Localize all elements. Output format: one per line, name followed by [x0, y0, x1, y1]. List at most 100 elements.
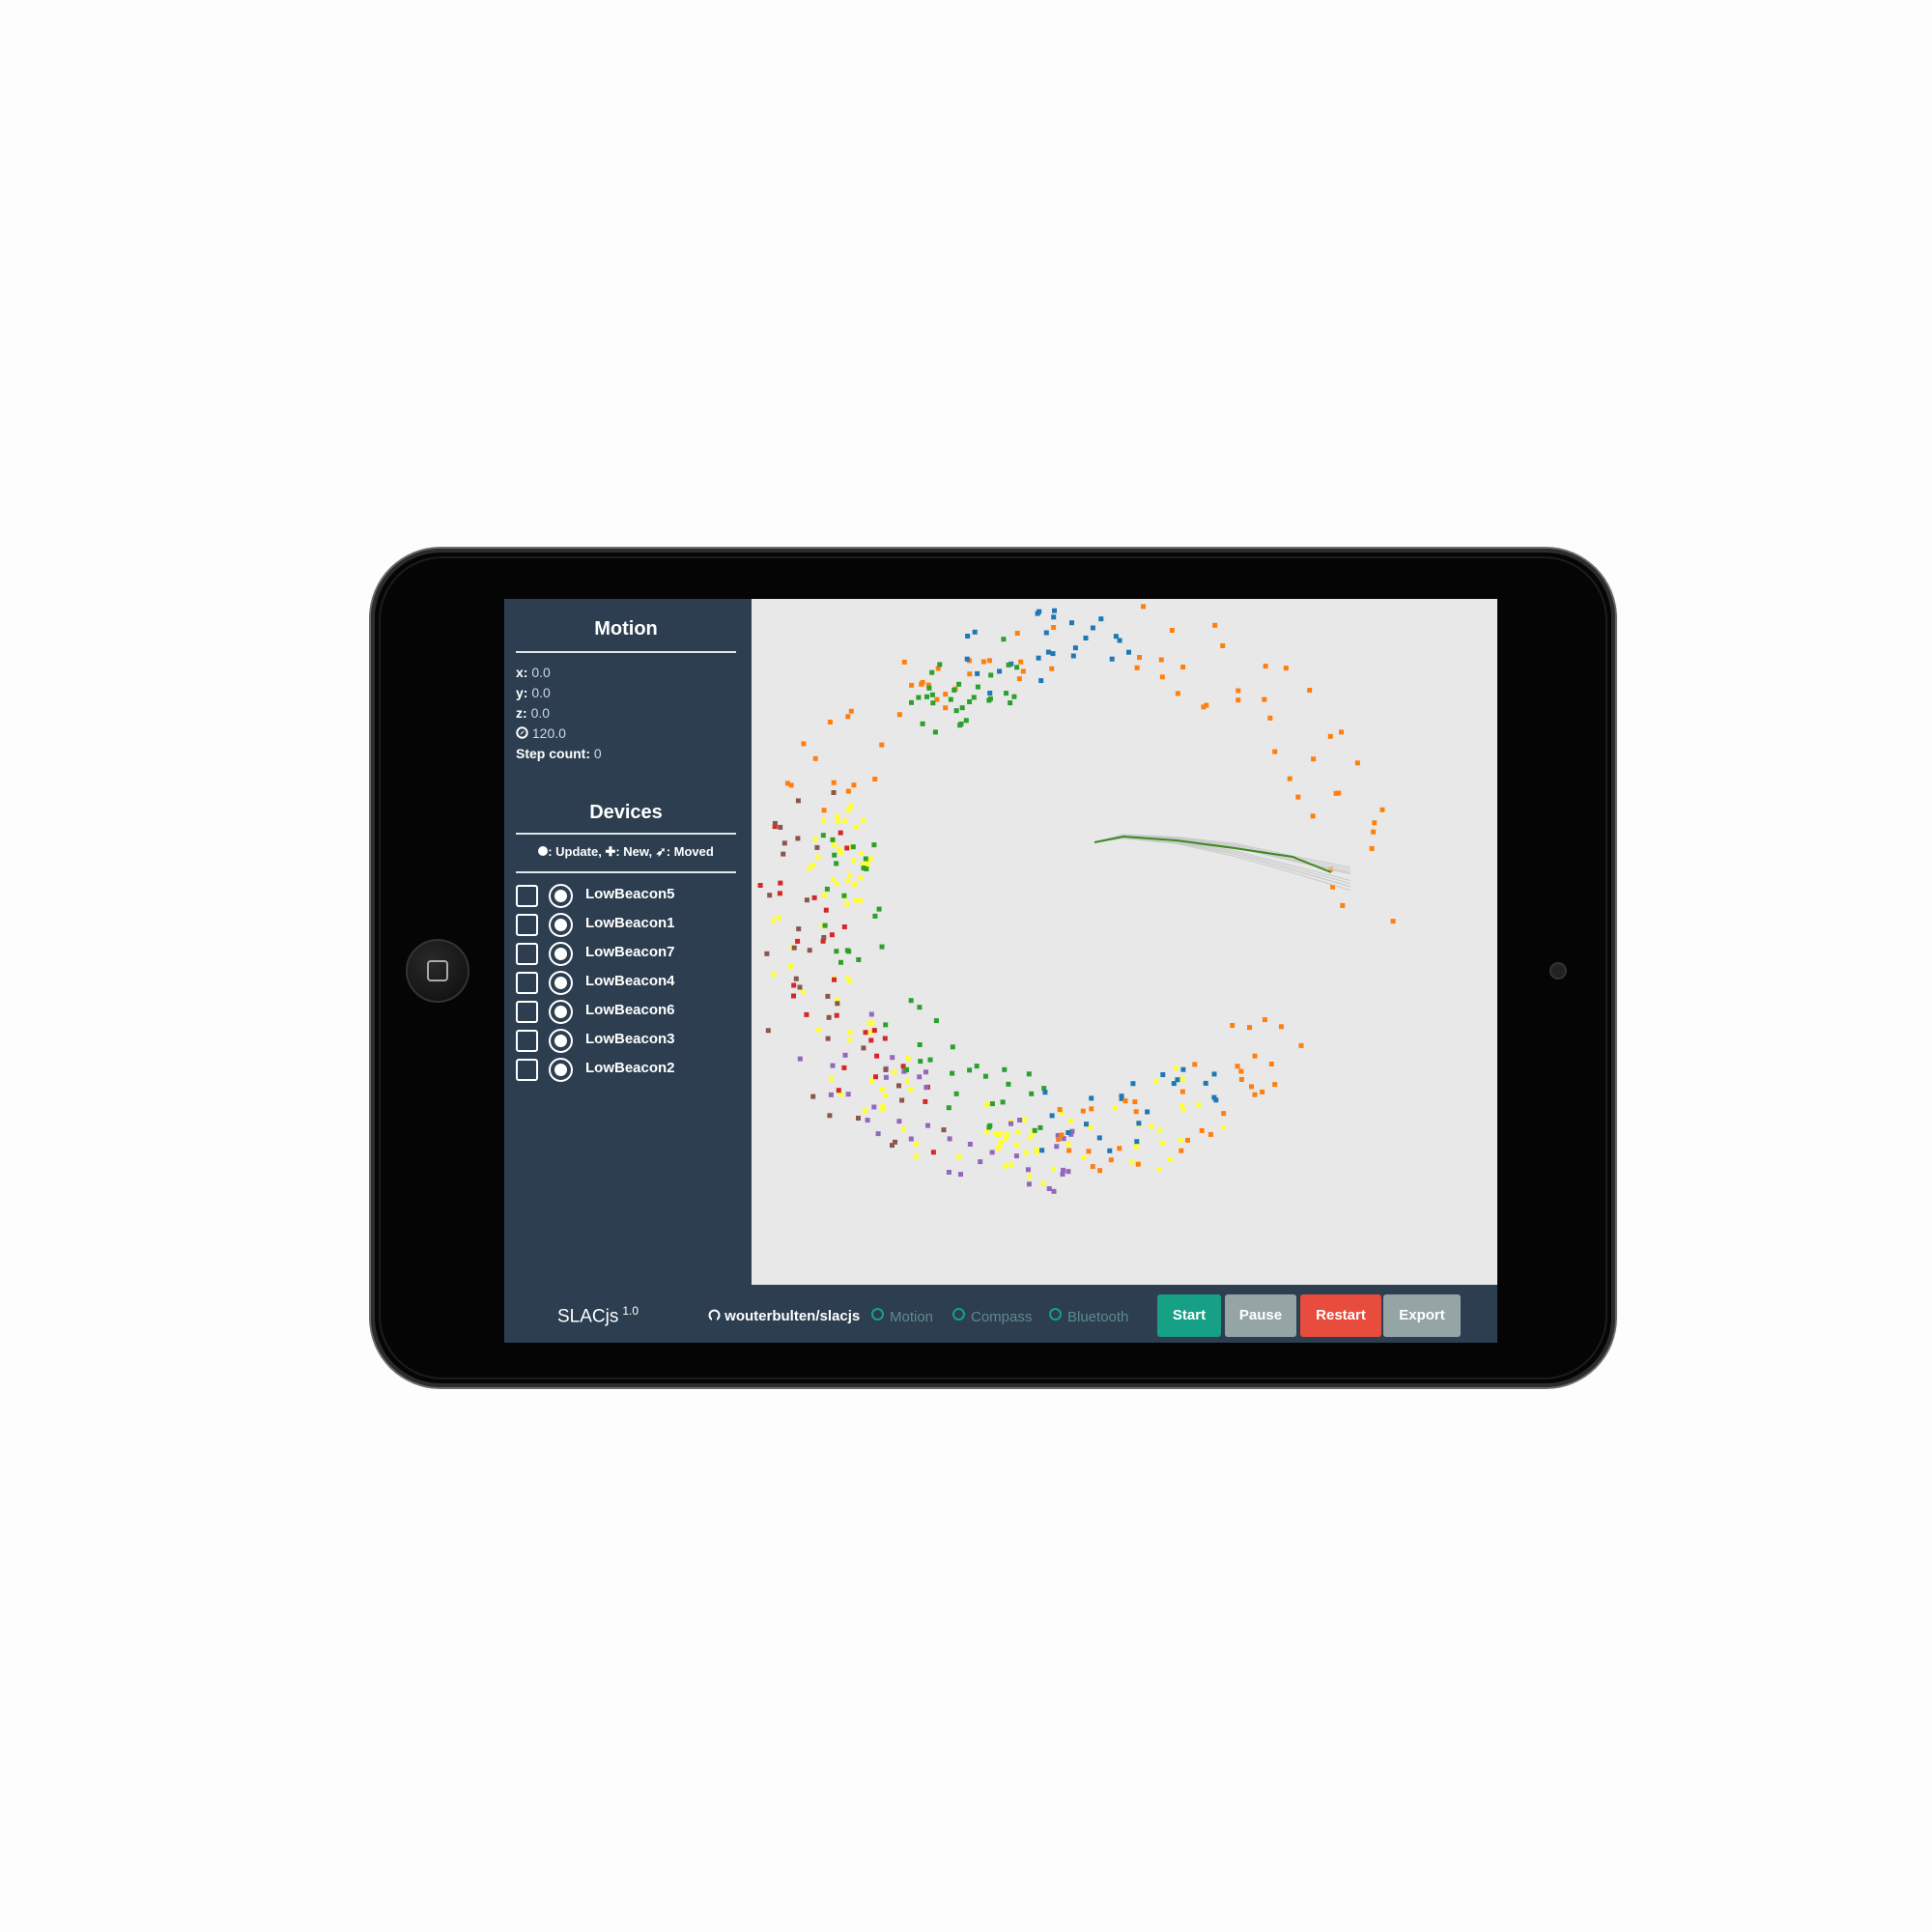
- particle-marker: [871, 1028, 877, 1034]
- home-button[interactable]: [406, 939, 469, 1003]
- particle-marker: [937, 662, 943, 668]
- particle-marker: [1283, 666, 1289, 671]
- particle-marker: [975, 670, 980, 676]
- device-row: LowBeacon7: [516, 941, 738, 966]
- particle-marker: [1027, 1174, 1033, 1179]
- circle-icon: [952, 1308, 965, 1321]
- start-button[interactable]: Start: [1157, 1294, 1221, 1337]
- particle-marker: [1029, 1091, 1035, 1096]
- device-row: LowBeacon4: [516, 970, 738, 995]
- particle-marker: [1141, 604, 1146, 610]
- particle-marker: [890, 1143, 895, 1149]
- particle-marker: [930, 1150, 936, 1155]
- particle-marker: [1014, 631, 1020, 636]
- particle-marker: [919, 681, 924, 687]
- particle-marker: [1126, 649, 1131, 655]
- device-radio[interactable]: [549, 1000, 573, 1024]
- device-radio[interactable]: [549, 884, 573, 908]
- device-radio[interactable]: [549, 1058, 573, 1082]
- particle-marker: [1067, 1118, 1073, 1123]
- particle-marker: [956, 1153, 962, 1159]
- particle-marker: [1056, 1137, 1062, 1142]
- particle-marker: [1072, 645, 1078, 651]
- particle-marker: [807, 866, 812, 871]
- particle-marker: [1086, 1149, 1092, 1154]
- particle-marker: [918, 1059, 923, 1065]
- particle-marker: [764, 951, 770, 956]
- particle-marker: [1167, 1156, 1173, 1162]
- device-checkbox[interactable]: [516, 885, 538, 907]
- device-checkbox[interactable]: [516, 1059, 538, 1081]
- particle-marker: [980, 659, 986, 665]
- particle-marker: [1112, 1105, 1118, 1111]
- device-checkbox[interactable]: [516, 1001, 538, 1023]
- particle-marker: [1042, 1090, 1048, 1095]
- circle-icon: [871, 1308, 884, 1321]
- particle-marker: [1221, 1111, 1227, 1117]
- particle-marker: [788, 963, 793, 969]
- particle-marker: [975, 684, 980, 690]
- particle-marker: [913, 1142, 919, 1147]
- particle-marker: [1134, 665, 1140, 670]
- device-checkbox[interactable]: [516, 914, 538, 936]
- particle-marker: [874, 1053, 880, 1059]
- particle-marker: [986, 658, 992, 664]
- particle-marker: [1272, 749, 1278, 754]
- particle-marker: [1000, 1099, 1006, 1105]
- particle-marker: [1336, 790, 1342, 796]
- particle-marker: [1236, 688, 1241, 694]
- particle-marker: [879, 944, 885, 950]
- device-radio[interactable]: [549, 913, 573, 937]
- particle-marker: [982, 1073, 988, 1079]
- particle-marker: [987, 696, 993, 701]
- device-checkbox[interactable]: [516, 943, 538, 965]
- particle-marker: [868, 1037, 874, 1043]
- particle-marker: [841, 1065, 847, 1070]
- particle-marker: [978, 1159, 983, 1165]
- particle-marker: [871, 842, 877, 848]
- particle-marker: [836, 1088, 841, 1094]
- particle-marker: [967, 671, 973, 677]
- restart-button[interactable]: Restart: [1300, 1294, 1381, 1337]
- particle-marker: [1310, 813, 1316, 819]
- motion-indicator: Motion: [871, 1308, 933, 1325]
- particle-marker: [1272, 1082, 1278, 1088]
- particle-marker: [963, 718, 969, 724]
- particle-marker: [967, 1067, 973, 1073]
- particle-marker: [997, 668, 1003, 674]
- device-checkbox[interactable]: [516, 972, 538, 994]
- particle-marker: [825, 1036, 831, 1041]
- particle-marker: [856, 1116, 861, 1121]
- export-button[interactable]: Export: [1383, 1294, 1461, 1337]
- particle-marker: [984, 1101, 989, 1107]
- particle-marker: [848, 803, 854, 809]
- particle-marker: [1014, 1142, 1019, 1148]
- particle-marker: [859, 851, 865, 856]
- particle-marker: [1134, 1144, 1139, 1150]
- pause-button[interactable]: Pause: [1225, 1294, 1296, 1337]
- particle-marker: [908, 1087, 914, 1093]
- particle-marker: [1137, 655, 1142, 660]
- particle-marker: [804, 897, 810, 903]
- device-radio[interactable]: [549, 1029, 573, 1053]
- particle-marker: [1089, 1095, 1094, 1101]
- particle-marker: [778, 824, 783, 830]
- particle-marker: [845, 1092, 851, 1097]
- particle-marker: [830, 837, 836, 842]
- particle-marker: [827, 720, 833, 724]
- particle-marker: [988, 672, 994, 678]
- particle-marker: [959, 705, 965, 711]
- device-radio[interactable]: [549, 942, 573, 966]
- repo-link[interactable]: wouterbulten/slacjs: [708, 1308, 860, 1324]
- particle-marker: [1028, 1135, 1034, 1141]
- device-radio[interactable]: [549, 971, 573, 995]
- particle-marker: [958, 1172, 963, 1178]
- device-checkbox[interactable]: [516, 1030, 538, 1052]
- map-canvas[interactable]: [752, 599, 1497, 1285]
- particle-marker: [947, 1136, 952, 1142]
- particle-marker: [879, 742, 885, 748]
- particle-marker: [1295, 794, 1301, 800]
- particle-marker: [989, 1150, 995, 1155]
- particle-marker: [1096, 1135, 1102, 1141]
- particle-marker: [851, 858, 857, 864]
